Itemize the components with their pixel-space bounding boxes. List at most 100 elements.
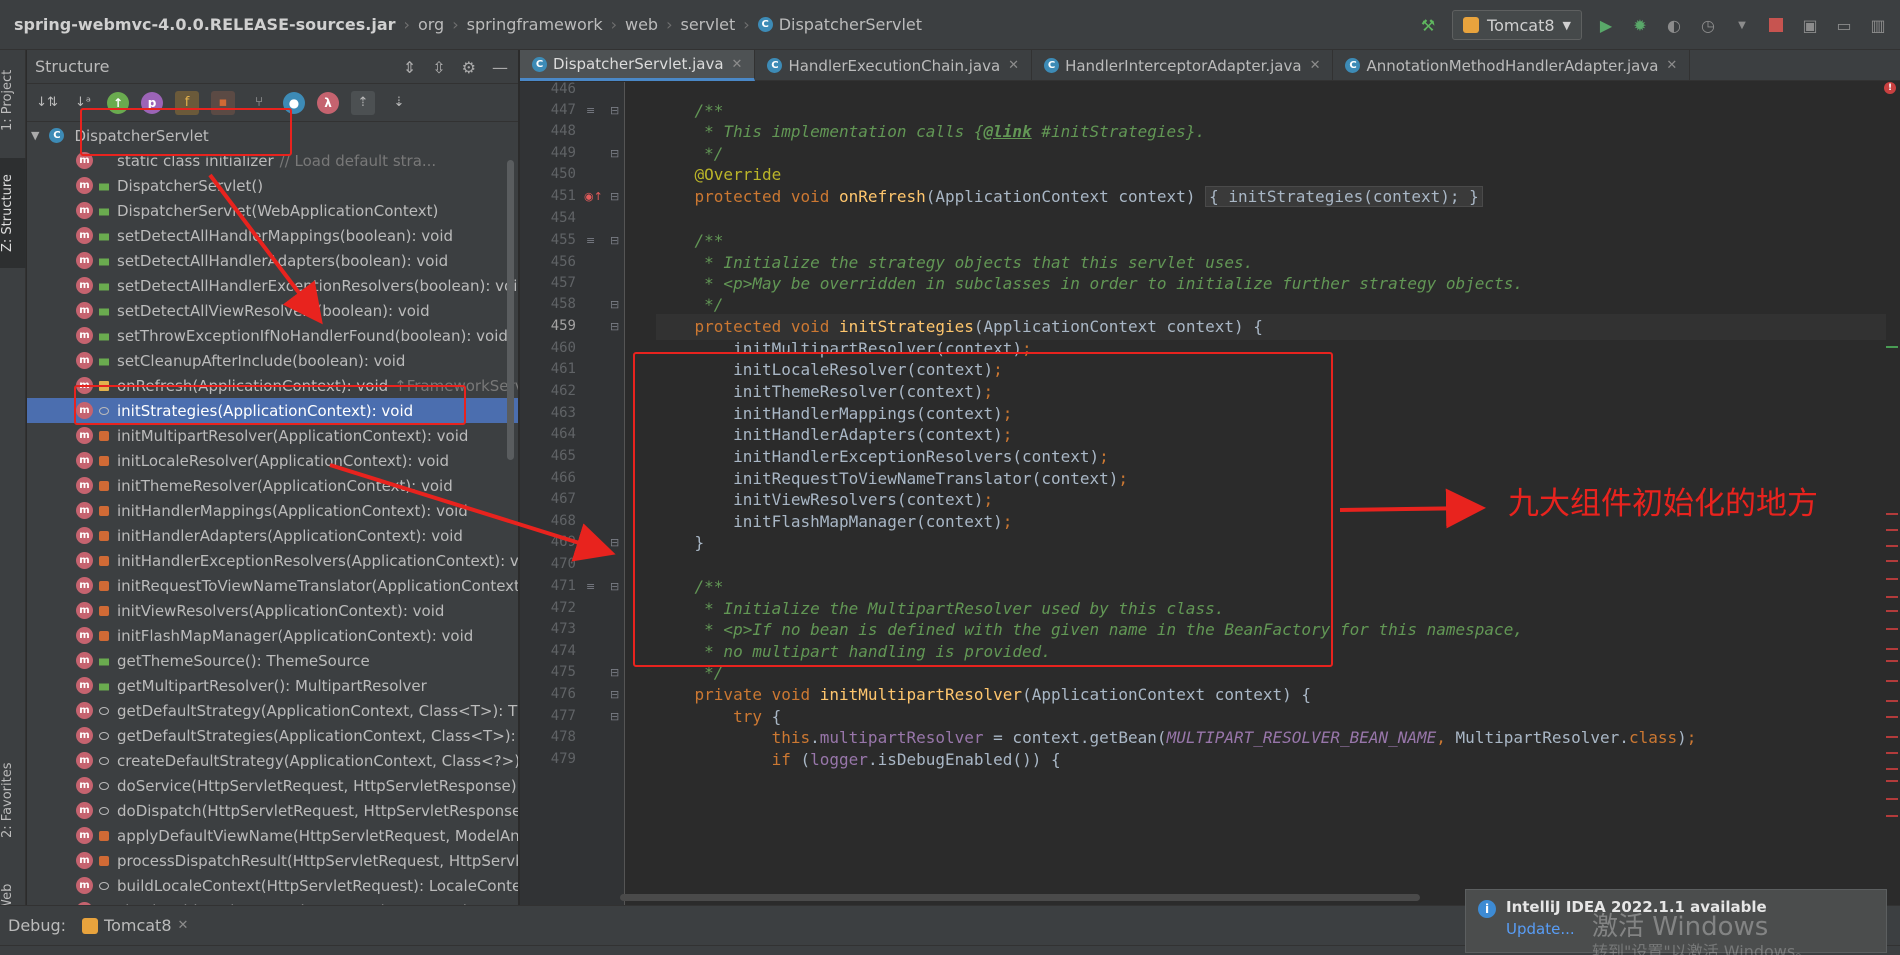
line-gutter[interactable]: 446 447 448 449 450 451 454 455 456 457 458 459 460 4… [520,82,625,905]
error-marker[interactable] [1886,578,1898,580]
structure-item[interactable]: m initHandlerAdapters(ApplicationContext)… [27,523,518,548]
structure-item[interactable]: m initFlashMapManager(ApplicationContext)… [27,623,518,648]
tab-structure[interactable]: Z: Structure [0,158,26,268]
structure-item[interactable]: m getMultipartResolver(): MultipartResolv… [27,673,518,698]
fold-icon[interactable]: ⊟ [610,104,619,117]
structure-item[interactable]: m initViewResolvers(ApplicationContext): … [27,598,518,623]
fold-icon[interactable]: ⊟ [610,688,619,701]
fold-icon[interactable]: ⊟ [610,666,619,679]
structure-item[interactable]: m initHandlerExceptionResolvers(Applicati… [27,548,518,573]
structure-item[interactable]: m setDetectAllHandlerAdapters(boolean): v… [27,248,518,273]
structure-item[interactable]: m DispatcherServlet(WebApplicationContext… [27,198,518,223]
structure-item[interactable]: m setDetectAllViewResolvers(boolean): voi… [27,298,518,323]
lambda-icon[interactable]: λ [317,91,339,114]
structure-item[interactable]: m DispatcherServlet() [27,173,518,198]
fold-icon[interactable]: ⊟ [610,234,619,247]
stop-icon[interactable] [1766,15,1786,35]
doc-comment-icon[interactable]: ≡ [586,580,595,593]
error-marker[interactable] [1886,700,1898,702]
debug-icon[interactable]: ✹ [1630,15,1650,35]
error-marker[interactable] [1886,716,1898,718]
close-icon[interactable]: ✕ [732,57,743,72]
structure-scrollbar[interactable] [507,160,514,460]
error-marker[interactable] [1886,560,1898,562]
error-marker[interactable] [1886,680,1898,682]
doc-comment-icon[interactable]: ≡ [586,104,595,117]
error-marker[interactable] [1886,780,1898,782]
breadcrumb-web[interactable]: web [625,15,658,34]
error-marker[interactable] [1886,752,1898,754]
fold-icon[interactable]: ⊟ [610,298,619,311]
breadcrumb-springframework[interactable]: springframework [467,15,603,34]
tab-favorites[interactable]: 2: Favorites [0,750,26,850]
run-icon[interactable]: ▶ [1596,15,1616,35]
run-configuration-select[interactable]: Tomcat8 ▼ [1452,10,1582,40]
structure-item[interactable]: m setThrowExceptionIfNoHandlerFound(boole… [27,323,518,348]
structure-item[interactable]: m processDispatchResult(HttpServletReques… [27,848,518,873]
structure-item[interactable]: m initMultipartResolver(ApplicationContex… [27,423,518,448]
editor-tab[interactable]: C AnnotationMethodHandlerAdapter.java ✕ [1333,50,1691,81]
structure-item[interactable]: m getDefaultStrategy(ApplicationContext, … [27,698,518,723]
error-marker[interactable] [1886,815,1898,817]
error-marker[interactable] [1886,529,1898,531]
gear-icon[interactable]: ⚙ [462,58,476,77]
fold-icon[interactable]: ⊟ [610,710,619,723]
structure-item[interactable]: m setDetectAllHandlerMappings(boolean): v… [27,223,518,248]
editor-tab[interactable]: C HandlerInterceptorAdapter.java ✕ [1032,50,1334,81]
error-marker[interactable] [1886,648,1898,650]
structure-item[interactable]: m initHandlerMappings(ApplicationContext)… [27,498,518,523]
breadcrumb-class[interactable]: DispatcherServlet [779,15,922,34]
coverage-icon[interactable]: ◐ [1664,15,1684,35]
project-structure-icon[interactable]: ▣ [1800,15,1820,35]
structure-item[interactable]: m setCleanupAfterInclude(boolean): void [27,348,518,373]
layout-icon[interactable]: ▥ [1868,15,1888,35]
structure-item[interactable]: m createDefaultStrategy(ApplicationContex… [27,748,518,773]
build-hammer-icon[interactable]: ⚒ [1418,15,1438,35]
expand-arrow-icon[interactable]: ▼ [31,129,39,142]
error-marker[interactable] [1886,596,1898,598]
fold-icon[interactable]: ⊟ [610,580,619,593]
fold-icon[interactable]: ⊟ [610,320,619,333]
breadcrumb-org[interactable]: org [418,15,444,34]
collapse-all-icon[interactable]: ⇳ [432,58,445,77]
error-marker[interactable] [1886,513,1898,515]
profile-icon[interactable]: ◷ [1698,15,1718,35]
expand-all-icon[interactable]: ⇕ [403,58,416,77]
debug-tab-tomcat[interactable]: Tomcat8 ✕ [82,916,188,935]
minimize-icon[interactable]: — [492,58,508,77]
error-marker[interactable] [1886,768,1898,770]
structure-item[interactable]: m doDispatch(HttpServletRequest, HttpServ… [27,798,518,823]
error-marker[interactable] [1886,660,1898,662]
structure-item[interactable]: m initThemeResolver(ApplicationContext): … [27,473,518,498]
structure-item[interactable]: m initRequestToViewNameTranslator(Applica… [27,573,518,598]
autoscroll-from-source-icon[interactable]: ⇣ [387,91,411,115]
structure-item[interactable]: m initLocaleResolver(ApplicationContext):… [27,448,518,473]
terminal-icon[interactable]: ▭ [1834,15,1854,35]
structure-item[interactable]: m getThemeSource(): ThemeSource [27,648,518,673]
structure-item[interactable]: m setDetectAllHandlerExceptionResolvers(b… [27,273,518,298]
structure-item[interactable]: m applyDefaultViewName(HttpServletRequest… [27,823,518,848]
sort-visibility-icon[interactable]: ↓⇅ [35,91,59,115]
error-marker[interactable] [1886,628,1898,630]
breadcrumb-jar[interactable]: spring-webmvc-4.0.0.RELEASE-sources.jar [14,15,396,34]
close-icon[interactable]: ✕ [1666,58,1677,73]
structure-item[interactable]: m buildLocaleContext(HttpServletRequest):… [27,873,518,898]
error-marker[interactable] [1886,798,1898,800]
error-marker[interactable] [1886,545,1898,547]
autoscroll-to-source-icon[interactable]: ⇡ [351,90,375,115]
close-icon[interactable]: ✕ [178,918,189,933]
editor-tab[interactable]: C DispatcherServlet.java ✕ [520,50,756,81]
error-marker[interactable] [1886,736,1898,738]
error-stripe[interactable]: ! [1884,82,1900,905]
fold-icon[interactable]: ⊟ [610,190,619,203]
error-icon[interactable]: ! [1884,82,1896,94]
structure-item[interactable]: m doService(HttpServletRequest, HttpServl… [27,773,518,798]
chevron-down-icon[interactable]: ▼ [1732,15,1752,35]
error-marker[interactable] [1886,610,1898,612]
fold-icon[interactable]: ⊟ [610,536,619,549]
close-icon[interactable]: ✕ [1008,58,1019,73]
structure-item[interactable]: mcheckMultipart(HttpServletRequest): Htt… [27,898,518,905]
override-icon[interactable]: ◉↑ [584,190,603,203]
fold-icon[interactable]: ⊟ [610,147,619,160]
horizontal-scrollbar[interactable] [620,894,1420,901]
